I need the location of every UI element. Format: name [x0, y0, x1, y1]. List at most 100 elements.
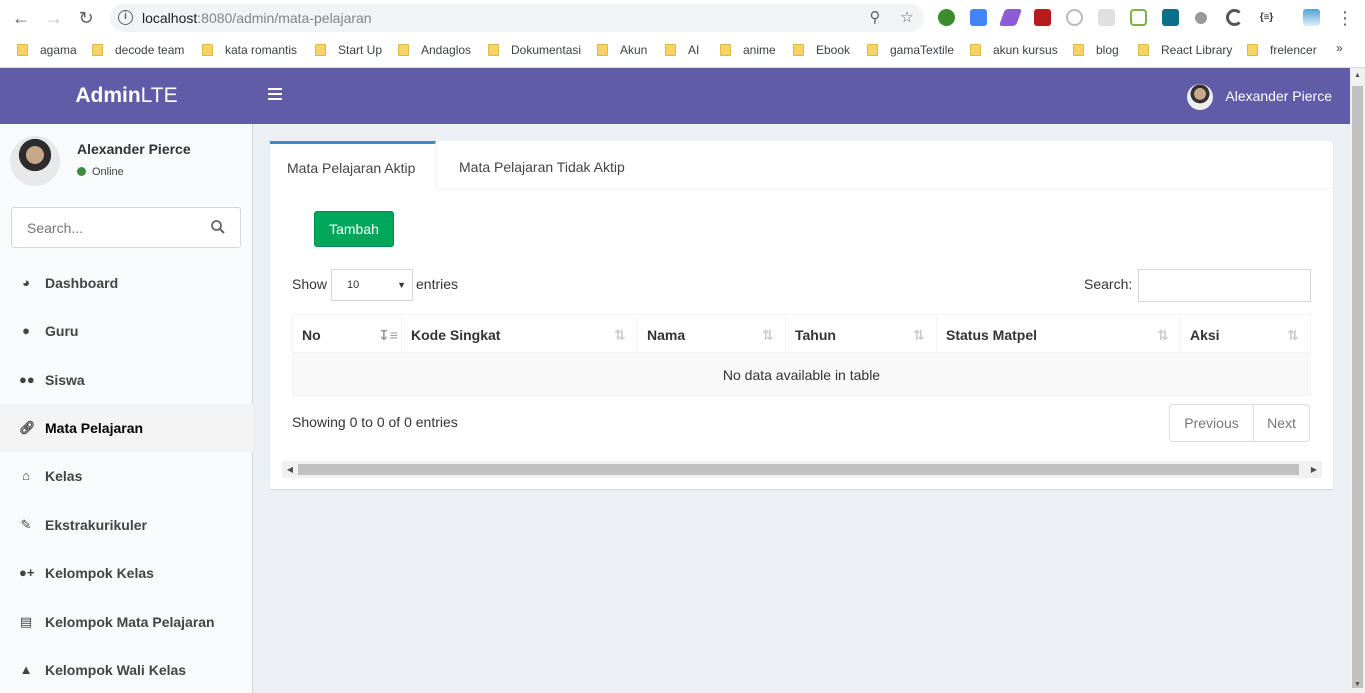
avatar [10, 136, 60, 186]
sidebar-item-guru[interactable]: ● Guru [0, 307, 253, 355]
sort-icon: ⇅ [762, 327, 774, 343]
bookmark-star-icon[interactable]: ☆ [898, 9, 916, 27]
search-icon[interactable] [210, 219, 226, 235]
sidebar-search-input[interactable] [12, 208, 202, 247]
dot-extension-icon[interactable] [1195, 12, 1207, 24]
sort-asc-icon: ↧≡ [378, 327, 398, 343]
sidebar-item-mata-pelajaran[interactable]: 🔗︎ Mata Pelajaran [0, 404, 253, 452]
browser-menu-icon[interactable]: ⋮ [1336, 7, 1354, 29]
folder-icon [970, 44, 981, 56]
mendeley-extension-icon[interactable] [1034, 9, 1051, 26]
sidebar-item-ekstrakurikuler[interactable]: ✎ Ekstrakurikuler [0, 501, 253, 549]
bookmark-item[interactable]: kata romantis [202, 41, 297, 59]
bookmark-item[interactable]: Andaglos [398, 41, 471, 59]
bookmark-item[interactable]: Start Up [315, 41, 382, 59]
scroll-right-icon[interactable]: ▶ [1306, 461, 1322, 478]
bookmark-item[interactable]: AI [665, 41, 699, 59]
sidebar-item-kelompok-wali-kelas[interactable]: ▲ Kelompok Wali Kelas [0, 646, 253, 693]
page-scrollbar[interactable]: ▲ ▼ [1350, 68, 1365, 693]
sidebar-item-siswa[interactable]: ●● Siswa [0, 356, 253, 404]
address-bar[interactable]: i localhost:8080/admin/mata-pelajaran ⚲ … [110, 4, 924, 32]
folder-icon [793, 44, 804, 56]
scroll-down-icon[interactable]: ▼ [1350, 677, 1365, 693]
chevron-down-icon: ▼ [397, 280, 406, 290]
column-header-no[interactable]: No ↧≡ [293, 315, 402, 353]
dashboard-icon: ◕ [22, 275, 30, 290]
bookmark-item[interactable]: frelencer [1247, 41, 1317, 59]
bookmark-item[interactable]: Akun [597, 41, 647, 59]
data-table: No ↧≡ Kode Singkat ⇅ Nama ⇅ Tahun ⇅ Status M… [292, 314, 1311, 396]
bookmark-item[interactable]: Ebook [793, 41, 850, 59]
page-scrollbar-thumb[interactable] [1352, 86, 1363, 688]
bookmarks-more-icon[interactable]: » [1336, 41, 1343, 55]
tab-mata-pelajaran-aktip[interactable]: Mata Pelajaran Aktip [270, 141, 436, 189]
column-header-tahun[interactable]: Tahun ⇅ [786, 315, 937, 353]
url-text[interactable]: localhost:8080/admin/mata-pelajaran [142, 10, 372, 26]
pagination: Previous Next [1169, 404, 1310, 442]
previous-button[interactable]: Previous [1170, 405, 1254, 441]
app-logo[interactable]: AdminLTE [0, 68, 253, 124]
translate-extension-icon[interactable] [970, 9, 987, 26]
forward-arrow-icon[interactable]: → [43, 7, 65, 29]
table-header: No ↧≡ Kode Singkat ⇅ Nama ⇅ Tahun ⇅ Status M… [292, 314, 1311, 354]
folder-icon [202, 44, 213, 56]
add-button[interactable]: Tambah [314, 211, 394, 247]
status-badge: Online [77, 166, 124, 178]
user-menu[interactable]: Alexander Pierce [1187, 82, 1332, 111]
sort-icon: ⇅ [614, 327, 626, 343]
sidebar-item-dashboard[interactable]: ◕ Dashboard [0, 259, 253, 307]
json-extension-icon[interactable]: {≡} [1258, 9, 1275, 26]
scrollbar-thumb[interactable] [298, 464, 1299, 475]
circle-extension-icon[interactable] [1066, 9, 1083, 26]
sidebar-item-kelas[interactable]: ⌂ Kelas [0, 452, 253, 500]
entries-select[interactable]: 10 ▼ [331, 269, 413, 301]
bookmark-item[interactable]: decode team [92, 41, 184, 59]
trello-extension-icon[interactable] [1162, 9, 1179, 26]
sidebar-item-kelompok-kelas[interactable]: ●+ Kelompok Kelas [0, 549, 253, 597]
node-extension-icon[interactable] [1130, 9, 1147, 26]
folder-icon [92, 44, 103, 56]
browser-chrome: ← → ↻ i localhost:8080/admin/mata-pelaja… [0, 0, 1365, 68]
sort-icon: ⇅ [1287, 327, 1299, 343]
next-button[interactable]: Next [1254, 405, 1309, 441]
user-plus-icon: ●+ [19, 565, 35, 580]
back-arrow-icon[interactable]: ← [10, 7, 32, 29]
grid-extension-icon[interactable] [1098, 9, 1115, 26]
sort-icon: ⇅ [913, 327, 925, 343]
sidebar-item-kelompok-mata-pelajaran[interactable]: ▤ Kelompok Mata Pelajaran [0, 598, 253, 646]
column-header-nama[interactable]: Nama ⇅ [638, 315, 786, 353]
bookmark-item[interactable]: React Library [1138, 41, 1232, 59]
user-menu-name: Alexander Pierce [1225, 88, 1332, 104]
extension-icon[interactable] [938, 9, 955, 26]
user-icon: ● [22, 323, 30, 338]
profile-extension-icon[interactable] [1303, 9, 1320, 26]
column-header-kode-singkat[interactable]: Kode Singkat ⇅ [402, 315, 638, 353]
column-header-aksi[interactable]: Aksi ⇅ [1181, 315, 1310, 353]
table-search-label: Search: [1084, 276, 1133, 292]
bookmark-item[interactable]: blog [1073, 41, 1119, 59]
bookmark-item[interactable]: agama [17, 41, 77, 59]
folder-icon [398, 44, 409, 56]
c-extension-icon[interactable] [1226, 9, 1243, 26]
tab-mata-pelajaran-tidak-aktip[interactable]: Mata Pelajaran Tidak Aktip [459, 141, 625, 189]
bookmark-item[interactable]: akun kursus [970, 41, 1058, 59]
book-icon: ▤ [19, 614, 33, 629]
horizontal-scrollbar[interactable]: ◀ ▶ [282, 461, 1322, 478]
scroll-up-icon[interactable]: ▲ [1350, 68, 1365, 84]
sidebar: Alexander Pierce Online ◕Dashboard ●Guru… [0, 124, 253, 693]
site-info-icon[interactable]: i [118, 10, 133, 25]
entries-label: entries [416, 276, 459, 292]
zoom-icon[interactable]: ⚲ [866, 9, 884, 27]
main-header: AdminLTE Alexander Pierce [0, 68, 1350, 124]
bookmark-item[interactable]: gamaTextile [867, 41, 954, 59]
avatar [1187, 84, 1214, 111]
table-search-input[interactable] [1138, 269, 1311, 302]
scroll-left-icon[interactable]: ◀ [282, 461, 298, 478]
bookmark-item[interactable]: anime [720, 41, 776, 59]
bookmark-item[interactable]: Dokumentasi [488, 41, 581, 59]
tab-bar: Mata Pelajaran Aktip Mata Pelajaran Tida… [270, 141, 1333, 189]
column-header-status-matpel[interactable]: Status Matpel ⇅ [937, 315, 1181, 353]
sidebar-toggle-icon[interactable] [268, 88, 282, 102]
reload-icon[interactable]: ↻ [75, 7, 97, 29]
feather-extension-icon[interactable] [998, 9, 1023, 26]
